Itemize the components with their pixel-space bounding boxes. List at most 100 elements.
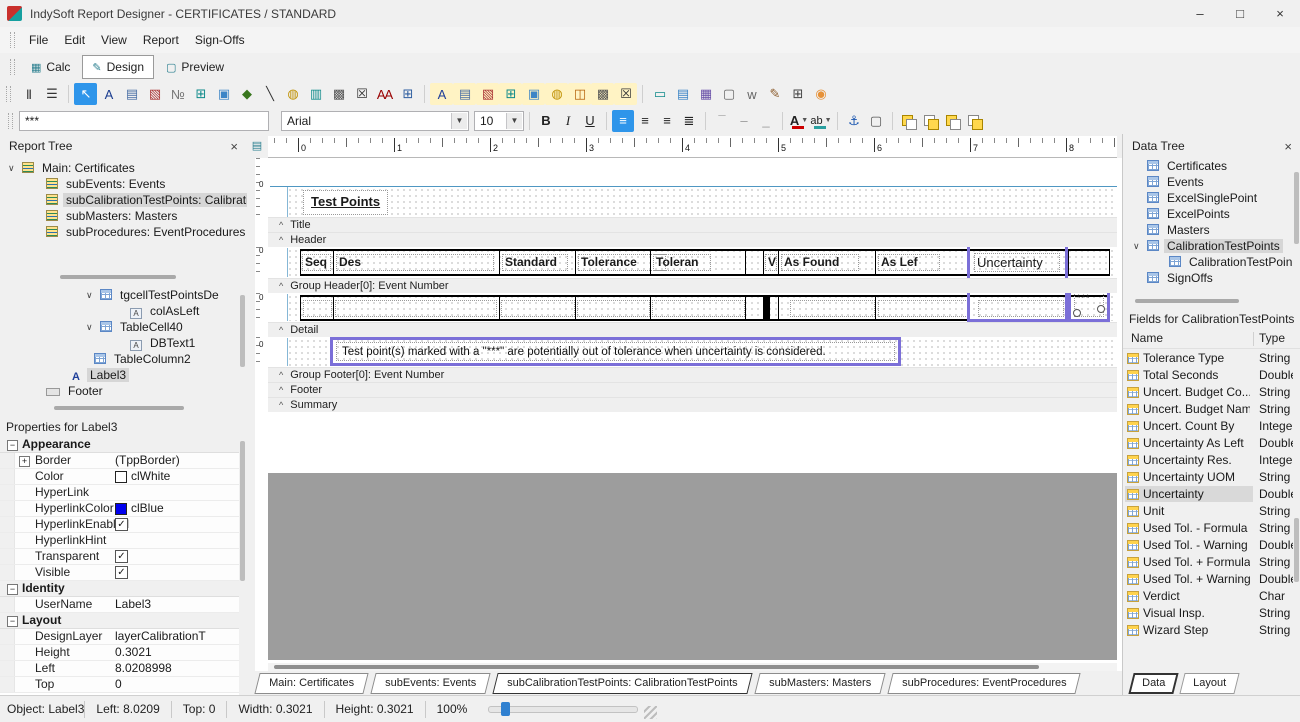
anchor-button[interactable]: ⚓ <box>843 110 865 132</box>
bring-to-front-button[interactable] <box>898 110 920 132</box>
data-node-calibrationtestpoints[interactable]: CalibrationTestPoints <box>1123 254 1292 270</box>
field-used-tol-warning[interactable]: Used Tol. + WarningDouble <box>1123 571 1292 588</box>
grid-icon[interactable]: ⊞ <box>786 83 809 105</box>
data-node-calibrationtestpoints[interactable]: ∨CalibrationTestPoints <box>1123 238 1292 254</box>
field-used-tol-formula[interactable]: Used Tol. + FormulaString <box>1123 554 1292 571</box>
image-tool-icon[interactable]: ▣ <box>212 83 235 105</box>
expand-caret-icon[interactable]: ∨ <box>8 160 15 176</box>
field-used-tol-warning[interactable]: Used Tol. - WarningDouble <box>1123 537 1292 554</box>
minimize-button[interactable]: – <box>1180 0 1220 27</box>
property-username[interactable]: UserNameLabel3 <box>0 597 240 613</box>
select-tool-icon[interactable]: ↖ <box>74 83 97 105</box>
expand-icon[interactable]: + <box>19 456 30 467</box>
field-tolerance-type[interactable]: Tolerance TypeString <box>1123 350 1292 367</box>
report-tree-hscrollbar[interactable] <box>4 273 232 281</box>
toolbar-grip[interactable] <box>6 86 11 102</box>
property-layout[interactable]: −Layout <box>0 613 240 629</box>
column-name[interactable]: Name <box>1131 331 1163 345</box>
db-2d-barcode-icon[interactable]: ▩ <box>591 83 614 105</box>
column-divider[interactable] <box>1253 332 1254 346</box>
group-cell[interactable] <box>577 300 650 317</box>
toolbar-grip[interactable] <box>10 32 15 48</box>
toolbar-grip[interactable] <box>8 113 13 129</box>
property-value[interactable]: clWhite <box>115 469 240 484</box>
collapse-icon[interactable]: − <box>7 584 18 595</box>
scrollbar-thumb[interactable] <box>60 275 176 279</box>
property-appearance[interactable]: −Appearance <box>0 437 240 453</box>
property-value[interactable]: Label3 <box>115 597 240 612</box>
property-identity[interactable]: −Identity <box>0 581 240 597</box>
valign-middle-button[interactable]: – <box>733 110 755 132</box>
paintbrush-icon[interactable]: ✎ <box>763 83 786 105</box>
align-center-button[interactable]: ≡ <box>634 110 656 132</box>
scrollbar-thumb[interactable] <box>54 406 184 410</box>
expand-caret-icon[interactable]: ∨ <box>86 319 93 335</box>
group-cell[interactable] <box>790 300 875 317</box>
selection-handle[interactable] <box>1073 309 1081 317</box>
field-uncert-budget-name[interactable]: Uncert. Budget NameString <box>1123 401 1292 418</box>
maximize-button[interactable]: □ <box>1220 0 1260 27</box>
band-group-footer-0-event-number[interactable]: ^Group Footer[0]: Event Number <box>268 367 1117 382</box>
property-value[interactable] <box>115 485 240 500</box>
band-title[interactable]: ^Title <box>268 217 1117 232</box>
selected-text-input[interactable]: *** <box>19 111 269 131</box>
field-uncert-budget-co[interactable]: Uncert. Budget Co...String <box>1123 384 1292 401</box>
menu-item-edit[interactable]: Edit <box>56 30 93 50</box>
report-node-subcalibrationtestpoints-calibrationt[interactable]: subCalibrationTestPoints: CalibrationT <box>0 192 247 208</box>
region-icon[interactable]: ▭ <box>648 83 671 105</box>
watermark-icon[interactable]: w <box>740 83 763 105</box>
column-header-as-lef[interactable]: As Lef <box>878 254 940 271</box>
field-wizard-step[interactable]: Wizard StepString <box>1123 622 1292 639</box>
line-tool-icon[interactable]: ╲ <box>258 83 281 105</box>
column-header-v[interactable]: V <box>765 254 777 271</box>
report-tab-subprocedures-eventprocedures[interactable]: subProcedures: EventProcedures <box>887 673 1081 694</box>
column-header-seq[interactable]: Seq <box>302 254 331 271</box>
map-icon[interactable]: ◉ <box>809 83 832 105</box>
scrollbar-thumb[interactable] <box>240 441 245 581</box>
property-hyperlinkenabled[interactable]: HyperlinkEnabled✓ <box>0 517 240 533</box>
bold-button[interactable]: B <box>535 110 557 132</box>
property-value[interactable]: 0 <box>115 677 240 692</box>
property-transparent[interactable]: Transparent✓ <box>0 549 240 565</box>
font-size-combo[interactable]: 10▼ <box>474 111 524 131</box>
zoom-slider[interactable] <box>488 706 638 713</box>
db-barcode-icon[interactable]: ◍ <box>545 83 568 105</box>
calc-tool-icon[interactable]: ⊞ <box>189 83 212 105</box>
tab-preview[interactable]: ▢Preview <box>156 55 234 79</box>
font-color-button[interactable]: A▼ <box>788 110 810 132</box>
report-tab-main-certificates[interactable]: Main: Certificates <box>254 673 368 694</box>
field-uncertainty-res[interactable]: Uncertainty Res.Integer <box>1123 452 1292 469</box>
label-tool-icon[interactable]: A <box>97 83 120 105</box>
db-label-icon[interactable]: A <box>430 83 453 105</box>
property-designlayer[interactable]: DesignLayerlayerCalibrationT <box>0 629 240 645</box>
property-left[interactable]: Left8.0208998 <box>0 661 240 677</box>
field-uncertainty-as-left[interactable]: Uncertainty As LeftDouble <box>1123 435 1292 452</box>
collapse-icon[interactable]: − <box>7 440 18 451</box>
db-richtext-icon[interactable]: ▧ <box>476 83 499 105</box>
band-caret-icon[interactable]: ^ <box>279 281 283 291</box>
panel-tab-data[interactable]: Data <box>1128 673 1178 694</box>
band-caret-icon[interactable]: ^ <box>279 385 283 395</box>
zoom-slider-thumb[interactable] <box>501 702 510 716</box>
property-hyperlink[interactable]: HyperLink <box>0 485 240 501</box>
region-tool-icon[interactable]: ▥ <box>304 83 327 105</box>
close-icon[interactable]: × <box>230 139 238 154</box>
group-cell[interactable] <box>303 300 332 317</box>
selected-label3[interactable]: Test point(s) marked with a "***" are po… <box>330 337 901 366</box>
object-node-tgcelltestpointsde[interactable]: ∨tgcellTestPointsDe <box>0 287 239 303</box>
field-uncert-count-by[interactable]: Uncert. Count ByInteger <box>1123 418 1292 435</box>
group-cell[interactable] <box>878 300 968 317</box>
fields-vscrollbar[interactable] <box>1293 350 1300 643</box>
object-node-tablecolumn2[interactable]: TableColumn2 <box>0 351 239 367</box>
panel-tab-layout[interactable]: Layout <box>1180 673 1240 694</box>
band-caret-icon[interactable]: ^ <box>279 235 283 245</box>
expand-caret-icon[interactable]: ∨ <box>86 287 93 303</box>
report-tab-subevents-events[interactable]: subEvents: Events <box>370 673 490 694</box>
db-image-icon[interactable]: ▣ <box>522 83 545 105</box>
property-value[interactable]: 8.0208998 <box>115 661 240 676</box>
report-node-main-certificates[interactable]: ∨Main: Certificates <box>0 160 247 176</box>
richtext-tool-icon[interactable]: ▧ <box>143 83 166 105</box>
menu-item-report[interactable]: Report <box>135 30 187 50</box>
toolbar-grip[interactable] <box>10 59 15 75</box>
font-name-combo[interactable]: Arial▼ <box>281 111 469 131</box>
